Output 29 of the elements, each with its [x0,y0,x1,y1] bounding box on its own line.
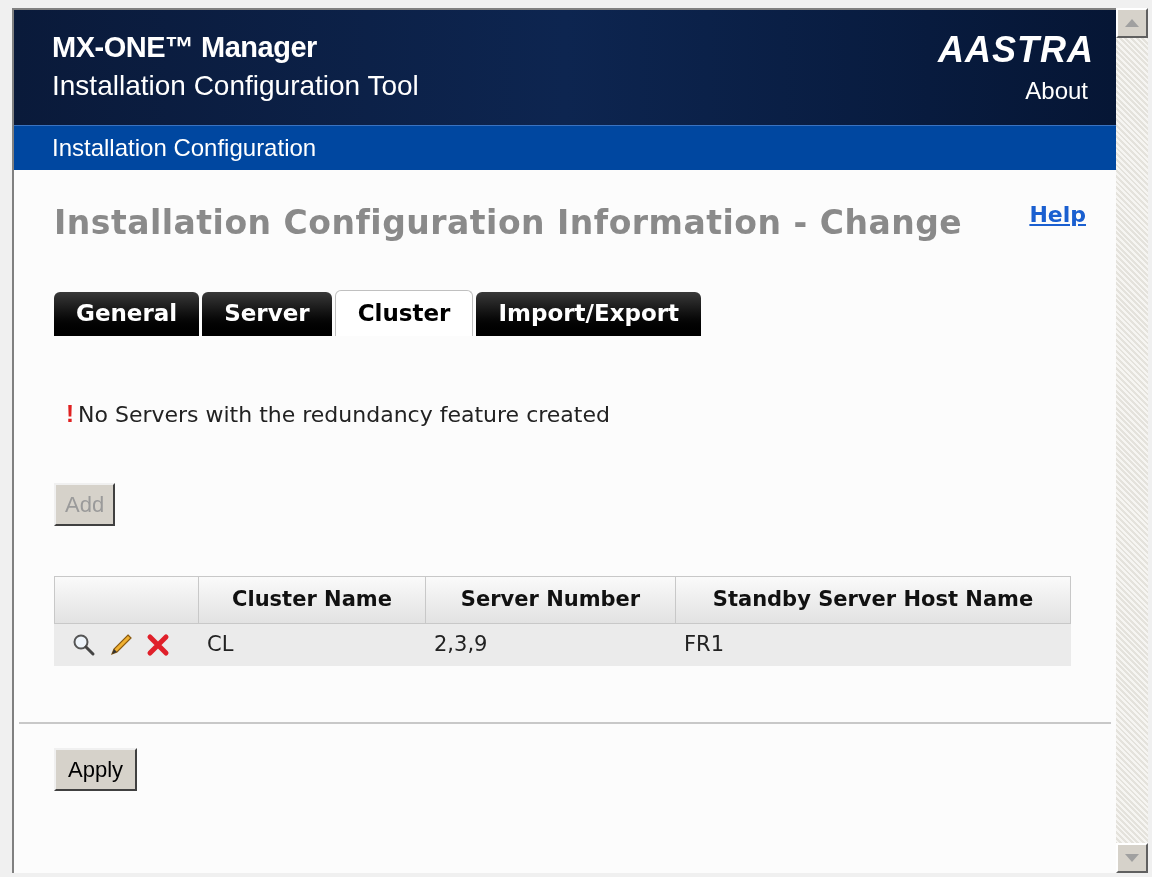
nav-label[interactable]: Installation Configuration [52,130,317,166]
scrollbar[interactable] [1116,8,1148,873]
table-row[interactable]: CL 2,3,9 FR1 [54,623,1071,666]
warning-icon: ! [66,402,74,426]
up-arrow-icon [1125,19,1139,27]
tab[interactable]: Server [202,291,332,336]
tool-subtitle: Installation Configuration Tool [52,70,419,102]
table-cell-text: 2,3,9 [433,630,489,658]
info-message: No Servers with the redundancy feature created [78,400,610,429]
table-cell-text: CL [206,630,235,658]
delete-icon[interactable] [146,632,170,657]
tab[interactable]: General [54,291,200,336]
logo: AASTRA [938,30,1094,70]
column-header: Server Number [426,575,676,624]
table-cell-text: FR1 [683,630,726,658]
apply-button[interactable]: Apply [54,747,138,791]
scroll-up-button[interactable] [1116,8,1148,38]
column-header: Standby Server Host Name [676,575,1071,624]
pencil-icon[interactable] [109,632,133,657]
tab[interactable]: Import/Export [476,291,702,336]
search-icon[interactable] [72,632,96,657]
tab[interactable]: Cluster [334,289,474,336]
help-link[interactable]: Help [1029,198,1086,231]
product-title: MX-ONE™ Manager [52,30,318,64]
page-title: Installation Configuration Information - Change [54,202,963,244]
scroll-down-button[interactable] [1116,843,1148,873]
about-link[interactable]: About [1025,76,1088,106]
down-arrow-icon [1125,854,1139,862]
column-header: Cluster Name [199,575,426,624]
